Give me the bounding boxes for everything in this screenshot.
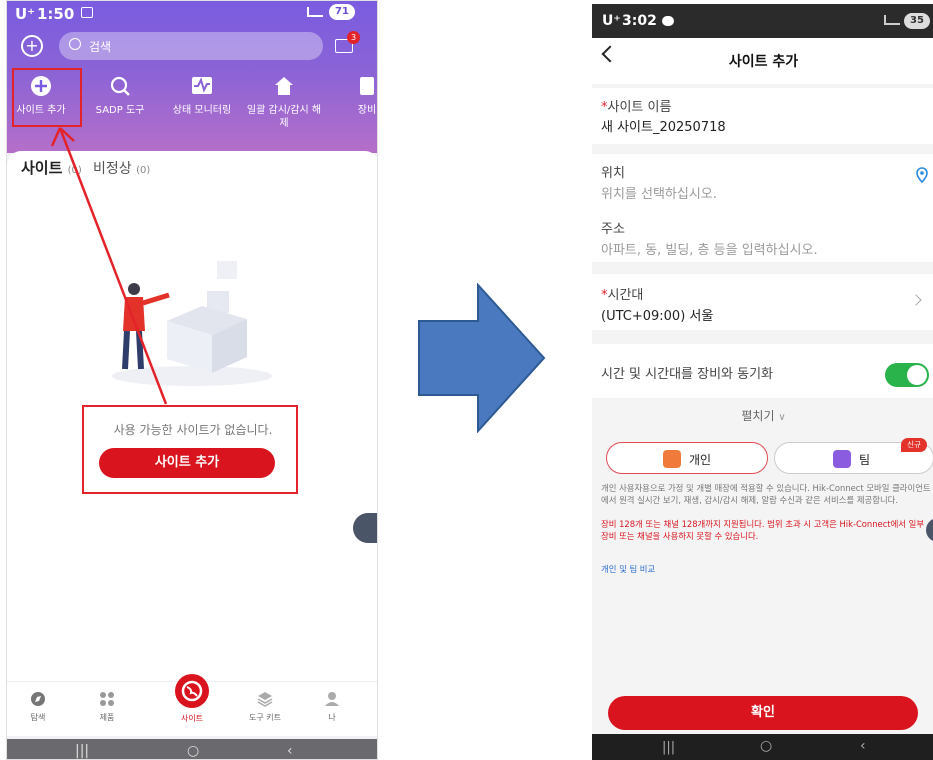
site-name-section[interactable]: *사이트 이름 새 사이트_20250718 <box>592 88 933 144</box>
chevron-right-icon <box>910 294 922 306</box>
confirm-button[interactable]: 확인 <box>608 696 918 730</box>
status-carrier: U⁺ <box>602 13 621 29</box>
timezone-section[interactable]: *시간대 (UTC+09:00) 서울 <box>592 274 933 330</box>
plan-label: 팀 <box>859 453 871 467</box>
chevron-down-icon: ∨ <box>778 412 786 423</box>
recent-apps-icon[interactable]: ||| <box>662 740 675 755</box>
timezone-value: (UTC+09:00) 서울 <box>601 309 714 324</box>
team-icon <box>833 450 851 468</box>
transition-arrow <box>418 283 546 433</box>
toggle-knob <box>907 365 927 385</box>
compare-plans-link[interactable]: 개인 및 팀 비교 <box>601 563 655 575</box>
timezone-label-text: 시간대 <box>607 288 644 303</box>
plan-team-button[interactable]: 팀 신규 <box>774 438 933 474</box>
expand-label: 펼치기 <box>741 409 775 423</box>
plan-warning: 장비 128개 또는 채널 128개까지 지원됩니다. 범위 초과 시 고객은 … <box>601 519 925 541</box>
title-bar: 사이트 추가 <box>592 38 933 84</box>
address-label: 주소 <box>601 222 625 237</box>
page-title: 사이트 추가 <box>728 54 799 70</box>
sync-label: 시간 및 시간대를 장비와 동기화 <box>601 367 774 382</box>
address-field[interactable]: 아파트, 동, 빌딩, 층 등을 입력하십시오. <box>601 239 818 258</box>
location-field[interactable]: 위치를 선택하십시오. <box>601 183 717 202</box>
location-label: 위치 <box>601 166 625 181</box>
site-name-label: *사이트 이름 <box>601 96 671 115</box>
location-section: 위치 위치를 선택하십시오. 주소 아파트, 동, 빌딩, 층 등을 입력하십시… <box>592 154 933 262</box>
system-navigation-bar: ||| ○ ‹ <box>592 734 933 760</box>
battery-indicator: 35 <box>904 13 930 29</box>
timezone-label: *시간대 <box>601 284 643 303</box>
status-bar: U⁺ 3:02 35 <box>592 4 933 38</box>
screenshot-root: U⁺ 1:50 71 + 검색 3 사이트 추가 SADP 도구 상태 모니터링… <box>0 0 933 760</box>
plan-description: 개인 사용자용으로 가정 및 개별 매장에 적용할 수 있습니다. Hik-Co… <box>601 483 931 505</box>
plan-label: 개인 <box>689 453 712 467</box>
new-badge: 신규 <box>901 438 927 452</box>
home-icon[interactable]: ○ <box>760 738 772 754</box>
sync-toggle[interactable] <box>885 363 929 387</box>
signal-icon <box>884 15 900 25</box>
site-name-label-text: 사이트 이름 <box>607 100 672 115</box>
sync-section: 시간 및 시간대를 장비와 동기화 <box>592 344 933 398</box>
location-pin-icon[interactable] <box>916 167 928 183</box>
plan-personal-button[interactable]: 개인 <box>606 442 768 474</box>
status-time: 3:02 <box>622 13 657 29</box>
right-phone-screen: U⁺ 3:02 35 사이트 추가 *사이트 이름 새 사이트_20250718… <box>592 4 933 760</box>
site-name-field[interactable]: 새 사이트_20250718 <box>601 116 726 135</box>
chat-icon <box>662 16 674 26</box>
back-icon[interactable]: ‹ <box>860 738 866 754</box>
person-icon <box>663 450 681 468</box>
expand-link[interactable]: 펼치기 ∨ <box>592 407 933 424</box>
